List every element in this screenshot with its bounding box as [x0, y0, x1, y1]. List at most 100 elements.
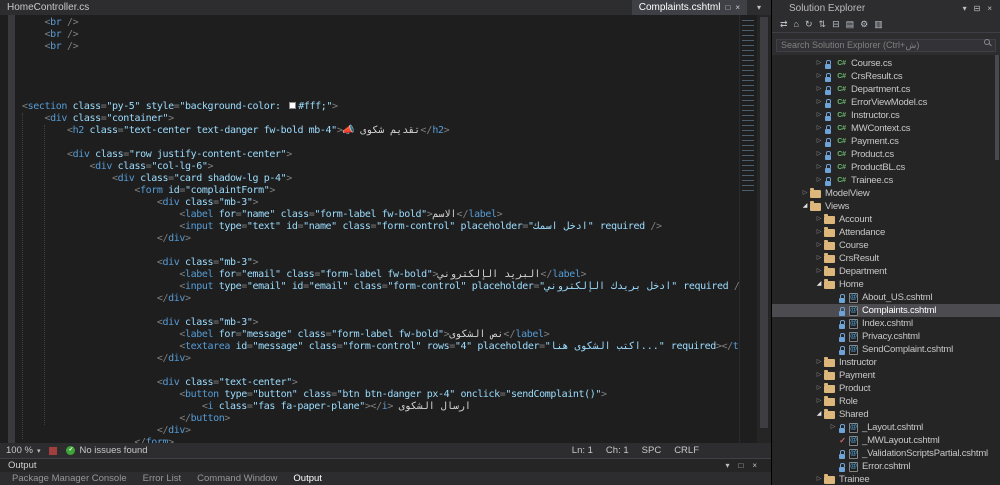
scrollbar-thumb[interactable]	[760, 17, 768, 428]
panel-scrollbar-thumb[interactable]	[995, 55, 999, 160]
code-line[interactable]: <div class="container">	[22, 113, 739, 125]
line-ending-indicator[interactable]: CRLF	[674, 445, 699, 456]
tree-item-instructor-cs[interactable]: ▷ C# Instructor.cs	[772, 109, 1000, 122]
code-line[interactable]	[22, 89, 739, 101]
code-line[interactable]: <div class="col-lg-6">	[22, 161, 739, 173]
panel-options-chevron-icon[interactable]: ▾	[725, 461, 729, 470]
expanded-arrow-icon[interactable]: ◢	[814, 408, 824, 421]
code-line[interactable]: <div class="mb-3">	[22, 257, 739, 269]
column-indicator[interactable]: Ch: 1	[606, 445, 629, 456]
properties-icon[interactable]: ⚙	[860, 20, 868, 29]
code-line[interactable]: </div>	[22, 425, 739, 437]
home-icon[interactable]: ⌂	[794, 20, 799, 29]
document-list-chevron-icon[interactable]: ▾	[757, 3, 761, 12]
collapsed-arrow-icon[interactable]: ▷	[814, 57, 824, 70]
close-panel-icon[interactable]: ×	[752, 461, 757, 470]
zoom-control[interactable]: 100 % ▾	[6, 445, 40, 456]
collapsed-arrow-icon[interactable]: ▷	[800, 187, 810, 200]
collapsed-arrow-icon[interactable]: ▷	[814, 83, 824, 96]
search-input[interactable]	[776, 38, 996, 52]
float-panel-icon[interactable]: □	[738, 461, 743, 470]
switch-views-icon[interactable]: ⇄	[780, 20, 788, 29]
tree-item--mwlayout-cshtml[interactable]: ✓ @ _MWLayout.cshtml	[772, 434, 1000, 447]
tree-item-about-us-cshtml[interactable]: @ About_US.cshtml	[772, 291, 1000, 304]
tree-item-views[interactable]: ◢ Views	[772, 200, 1000, 213]
tree-item-mwcontext-cs[interactable]: ▷ C# MWContext.cs	[772, 122, 1000, 135]
keep-open-icon[interactable]: □	[725, 3, 730, 12]
collapsed-arrow-icon[interactable]: ▷	[828, 421, 838, 434]
code-line[interactable]: <h2 class="text-center text-danger fw-bo…	[22, 125, 739, 137]
code-line[interactable]: <br />	[22, 17, 739, 29]
code-line[interactable]: <div class="mb-3">	[22, 317, 739, 329]
tree-item-index-cshtml[interactable]: @ Index.cshtml	[772, 317, 1000, 330]
code-line[interactable]: <br />	[22, 29, 739, 41]
collapsed-arrow-icon[interactable]: ▷	[814, 473, 824, 485]
editor-scrollbar[interactable]	[757, 15, 771, 443]
tree-item-trainee-cs[interactable]: ▷ C# Trainee.cs	[772, 174, 1000, 187]
expanded-arrow-icon[interactable]: ◢	[814, 278, 824, 291]
tree-item-role[interactable]: ▷ Role	[772, 395, 1000, 408]
tree-item-instructor[interactable]: ▷ Instructor	[772, 356, 1000, 369]
code-line[interactable]	[22, 305, 739, 317]
show-all-files-icon[interactable]: ▤	[846, 20, 855, 29]
tree-item-department-cs[interactable]: ▷ C# Department.cs	[772, 83, 1000, 96]
line-indicator[interactable]: Ln: 1	[572, 445, 593, 456]
panel-tab-output[interactable]: Output	[285, 473, 330, 484]
code-line[interactable]: </div>	[22, 353, 739, 365]
collapsed-arrow-icon[interactable]: ▷	[814, 148, 824, 161]
code-line[interactable]	[22, 365, 739, 377]
tree-item-product-cs[interactable]: ▷ C# Product.cs	[772, 148, 1000, 161]
indentation-indicator[interactable]: SPC	[642, 445, 662, 456]
collapsed-arrow-icon[interactable]: ▷	[814, 161, 824, 174]
code-line[interactable]: </div>	[22, 233, 739, 245]
code-line[interactable]: <textarea id="message" class="form-contr…	[22, 341, 739, 353]
code-line[interactable]: <form id="complaintForm">	[22, 185, 739, 197]
code-line[interactable]: <label for="message" class="form-label f…	[22, 329, 739, 341]
code-line[interactable]: <button type="button" class="btn btn-dan…	[22, 389, 739, 401]
tree-item-sendcomplaint-cshtml[interactable]: @ SendComplaint.cshtml	[772, 343, 1000, 356]
collapsed-arrow-icon[interactable]: ▷	[814, 70, 824, 83]
tree-item-crsresult-cs[interactable]: ▷ C# CrsResult.cs	[772, 70, 1000, 83]
tree-item-payment-cs[interactable]: ▷ C# Payment.cs	[772, 135, 1000, 148]
tree-item-course-cs[interactable]: ▷ C# Course.cs	[772, 57, 1000, 70]
code-line[interactable]: <input type="text" id="name" class="form…	[22, 221, 739, 233]
minimap[interactable]	[739, 15, 757, 443]
tree-item-error-cshtml[interactable]: @ Error.cshtml	[772, 460, 1000, 473]
collapsed-arrow-icon[interactable]: ▷	[814, 252, 824, 265]
collapsed-arrow-icon[interactable]: ▷	[814, 109, 824, 122]
code-line[interactable]: </div>	[22, 293, 739, 305]
collapsed-arrow-icon[interactable]: ▷	[814, 395, 824, 408]
tree-item-modelview[interactable]: ▷ ModelView	[772, 187, 1000, 200]
collapsed-arrow-icon[interactable]: ▷	[814, 239, 824, 252]
code-line[interactable]: <input type="email" id="email" class="fo…	[22, 281, 739, 293]
collapsed-arrow-icon[interactable]: ▷	[814, 122, 824, 135]
code-line[interactable]: <i class="fas fa-paper-plane"></i> ارسال…	[22, 401, 739, 413]
code-line[interactable]	[22, 245, 739, 257]
auto-hide-pin-icon[interactable]: ⊟	[974, 4, 981, 13]
code-line[interactable]	[22, 137, 739, 149]
code-line[interactable]: <div class="mb-3">	[22, 197, 739, 209]
code-line[interactable]: <label for="email" class="form-label fw-…	[22, 269, 739, 281]
solution-explorer-titlebar[interactable]: Solution Explorer ▾ ⊟ ×	[772, 0, 1000, 17]
close-icon[interactable]: ×	[987, 4, 992, 13]
panel-tab-error-list[interactable]: Error List	[135, 473, 190, 484]
tree-item-product[interactable]: ▷ Product	[772, 382, 1000, 395]
collapsed-arrow-icon[interactable]: ▷	[814, 213, 824, 226]
code-line[interactable]: <br />	[22, 41, 739, 53]
tree-item-privacy-cshtml[interactable]: @ Privacy.cshtml	[772, 330, 1000, 343]
tree-item-attendance[interactable]: ▷ Attendance	[772, 226, 1000, 239]
code-line[interactable]	[22, 53, 739, 65]
tree-item-payment[interactable]: ▷ Payment	[772, 369, 1000, 382]
code-line[interactable]: <div class="text-center">	[22, 377, 739, 389]
tree-item-account[interactable]: ▷ Account	[772, 213, 1000, 226]
tab-homecontroller[interactable]: HomeController.cs	[0, 0, 97, 15]
collapsed-arrow-icon[interactable]: ▷	[814, 369, 824, 382]
code-line[interactable]: <label for="name" class="form-label fw-b…	[22, 209, 739, 221]
collapsed-arrow-icon[interactable]: ▷	[814, 96, 824, 109]
refresh-icon[interactable]: ↻	[805, 20, 813, 29]
close-icon[interactable]: ×	[735, 3, 740, 12]
code-line[interactable]: </button>	[22, 413, 739, 425]
tree-item--layout-cshtml[interactable]: ▷ @ _Layout.cshtml	[772, 421, 1000, 434]
tree-item-trainee[interactable]: ▷ Trainee	[772, 473, 1000, 485]
code-area[interactable]: <br /> <br /> <br /> <section class="py-…	[15, 15, 739, 443]
